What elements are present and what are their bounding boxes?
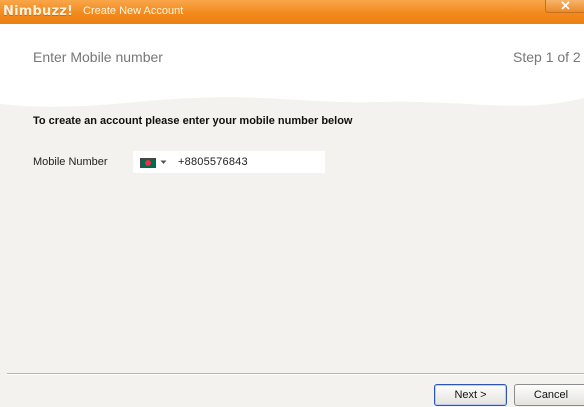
window-title: Create New Account xyxy=(83,5,184,17)
country-selector[interactable] xyxy=(138,157,170,169)
page-title: Enter Mobile number xyxy=(33,49,163,65)
close-icon xyxy=(561,1,570,10)
instruction-text: To create an account please enter your m… xyxy=(33,115,353,127)
create-account-window: Nimbuzz! Create New Account Enter Mobile… xyxy=(0,0,584,407)
footer-divider xyxy=(7,373,584,375)
next-button[interactable]: Next > xyxy=(434,384,507,406)
chevron-down-icon xyxy=(160,160,167,164)
mobile-number-input[interactable]: +8805576843 xyxy=(133,151,325,173)
phone-number-value[interactable]: +8805576843 xyxy=(178,156,248,168)
mobile-number-label: Mobile Number xyxy=(33,156,108,168)
close-button[interactable] xyxy=(545,0,584,13)
title-bar[interactable]: Nimbuzz! Create New Account xyxy=(0,0,584,24)
cancel-button[interactable]: Cancel xyxy=(514,384,584,406)
bangladesh-flag-icon xyxy=(140,158,156,168)
wizard-header: Enter Mobile number Step 1 of 2 xyxy=(0,24,584,107)
app-logo: Nimbuzz! xyxy=(3,4,74,19)
step-indicator: Step 1 of 2 xyxy=(513,49,581,65)
